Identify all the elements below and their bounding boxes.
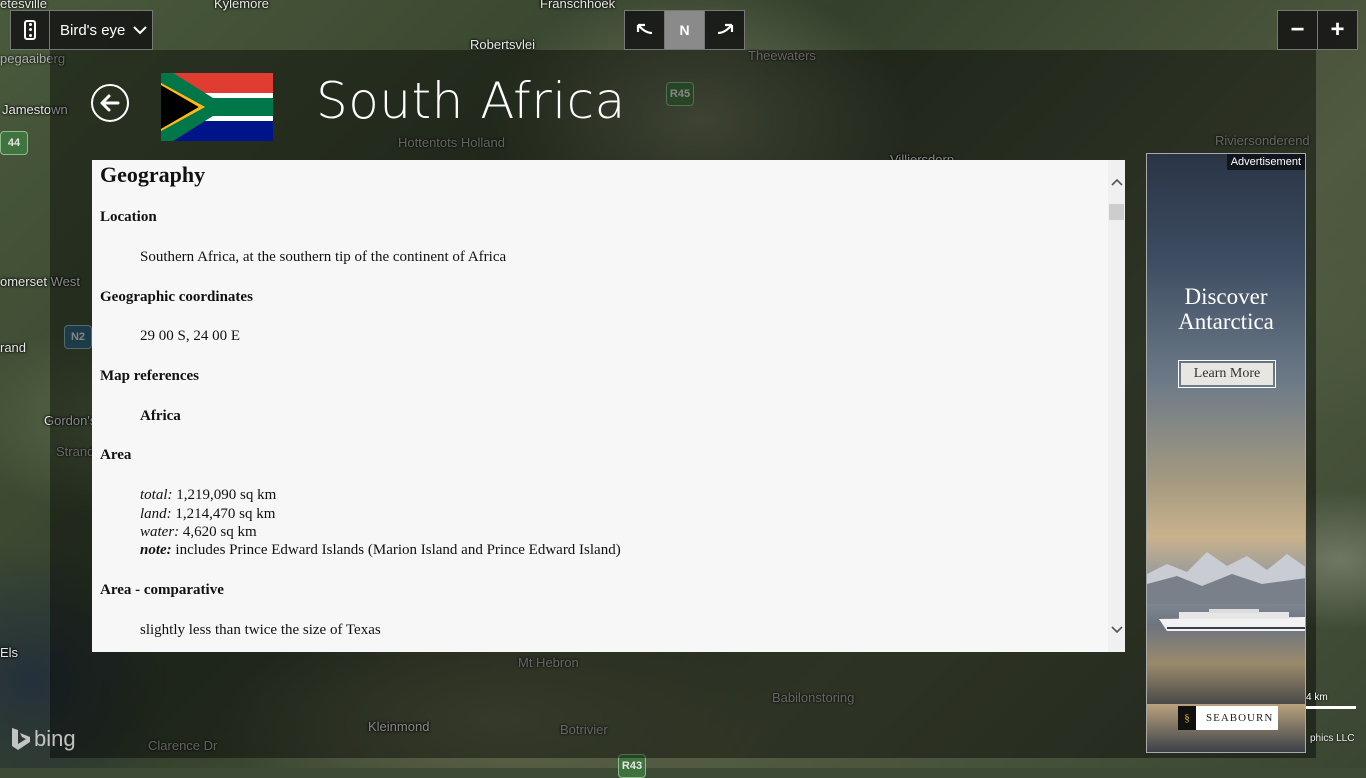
rotate-right-icon [717, 23, 733, 35]
facts-scroll-area: Geography Location Southern Africa, at t… [100, 160, 1100, 638]
map-copyright: phics LLC [1310, 733, 1355, 744]
rotate-right-button[interactable] [705, 11, 744, 49]
field-value-area-note: note: includes Prince Edward Islands (Ma… [140, 542, 621, 559]
scale-label: 4 km [1306, 692, 1328, 703]
section-title: Geography [100, 162, 206, 187]
map-label: rand [0, 340, 27, 355]
road-shield: 44 [0, 131, 28, 155]
area-key: water: [140, 524, 180, 540]
field-title-area-comparative: Area - comparative [100, 582, 224, 598]
field-title-area: Area [100, 447, 132, 463]
zoom-control: − + [1277, 10, 1358, 50]
field-value-location: Southern Africa, at the southern tip of … [140, 249, 507, 265]
map-label: Els [0, 645, 19, 660]
advertisement-banner[interactable]: Advertisement Discover Antarctica Learn … [1146, 153, 1306, 753]
bing-icon [12, 728, 30, 750]
area-key: land: [140, 506, 172, 522]
area-value: 4,620 sq km [179, 524, 257, 540]
area-key: total: [140, 487, 173, 503]
chevron-down-icon [128, 25, 152, 35]
ad-headline-line: Discover [1184, 284, 1268, 309]
seahorse-icon: § [1178, 706, 1196, 730]
reset-north-button[interactable]: N [664, 11, 705, 49]
scroll-up-button[interactable] [1108, 172, 1125, 192]
area-value: 1,214,470 sq km [171, 506, 276, 522]
south-africa-flag [161, 73, 273, 141]
ad-headline: Discover Antarctica [1147, 284, 1305, 334]
arrow-left-icon [100, 94, 120, 112]
advertisement-label: Advertisement [1226, 154, 1305, 170]
back-button[interactable] [91, 84, 129, 122]
zoom-in-button[interactable]: + [1317, 11, 1357, 49]
field-title-coordinates: Geographic coordinates [100, 289, 253, 305]
layers-button[interactable] [11, 11, 50, 49]
rotate-left-icon [636, 23, 652, 35]
cruise-ship-illustration [1159, 609, 1305, 631]
area-value: 1,219,090 sq km [172, 487, 277, 503]
field-value-area-total: total: 1,219,090 sq km [140, 487, 276, 504]
bing-logo: bing [8, 726, 76, 752]
area-key: note: [140, 542, 172, 558]
chevron-down-icon [1110, 626, 1123, 634]
field-value-map-references: Africa [140, 408, 181, 424]
field-title-map-references: Map references [100, 368, 199, 384]
seabourn-logo: § SEABOURN [1178, 706, 1278, 730]
ad-headline-line: Antarctica [1178, 309, 1274, 334]
area-value: includes Prince Edward Islands (Marion I… [171, 542, 621, 558]
field-value-area-comparative: slightly less than twice the size of Tex… [140, 622, 381, 638]
map-scale: 4 km [1306, 692, 1356, 709]
zoom-out-button[interactable]: − [1278, 11, 1317, 49]
scale-bar [1306, 706, 1356, 709]
map-style-selector[interactable]: Bird's eye [10, 10, 153, 50]
field-value-coordinates: 29 00 S, 24 00 E [140, 328, 241, 344]
chevron-up-icon [1110, 178, 1123, 186]
scroll-down-button[interactable] [1108, 620, 1125, 640]
vertical-scrollbar[interactable] [1108, 160, 1125, 652]
bing-wordmark: bing [34, 726, 76, 751]
map-style-label: Bird's eye [60, 21, 126, 39]
map-label: Kylemore [214, 0, 269, 11]
compass-control: N [624, 10, 745, 50]
brand-name: SEABOURN [1206, 712, 1274, 724]
learn-more-label: Learn More [1181, 363, 1273, 385]
traffic-layers-icon [24, 20, 36, 40]
field-value-area-land: land: 1,214,470 sq km [140, 506, 275, 523]
field-value-area-water: water: 4,620 sq km [140, 524, 257, 541]
map-label: Franschhoek [540, 0, 616, 11]
scrollbar-thumb[interactable] [1109, 204, 1124, 220]
rotate-left-button[interactable] [625, 11, 664, 49]
country-facts-panel[interactable]: Geography Location Southern Africa, at t… [92, 160, 1125, 652]
page-title: South Africa [316, 72, 626, 130]
learn-more-button[interactable]: Learn More [1178, 360, 1276, 388]
sea-illustration [1147, 624, 1305, 704]
mountains-illustration [1147, 552, 1305, 604]
field-title-location: Location [100, 209, 157, 225]
